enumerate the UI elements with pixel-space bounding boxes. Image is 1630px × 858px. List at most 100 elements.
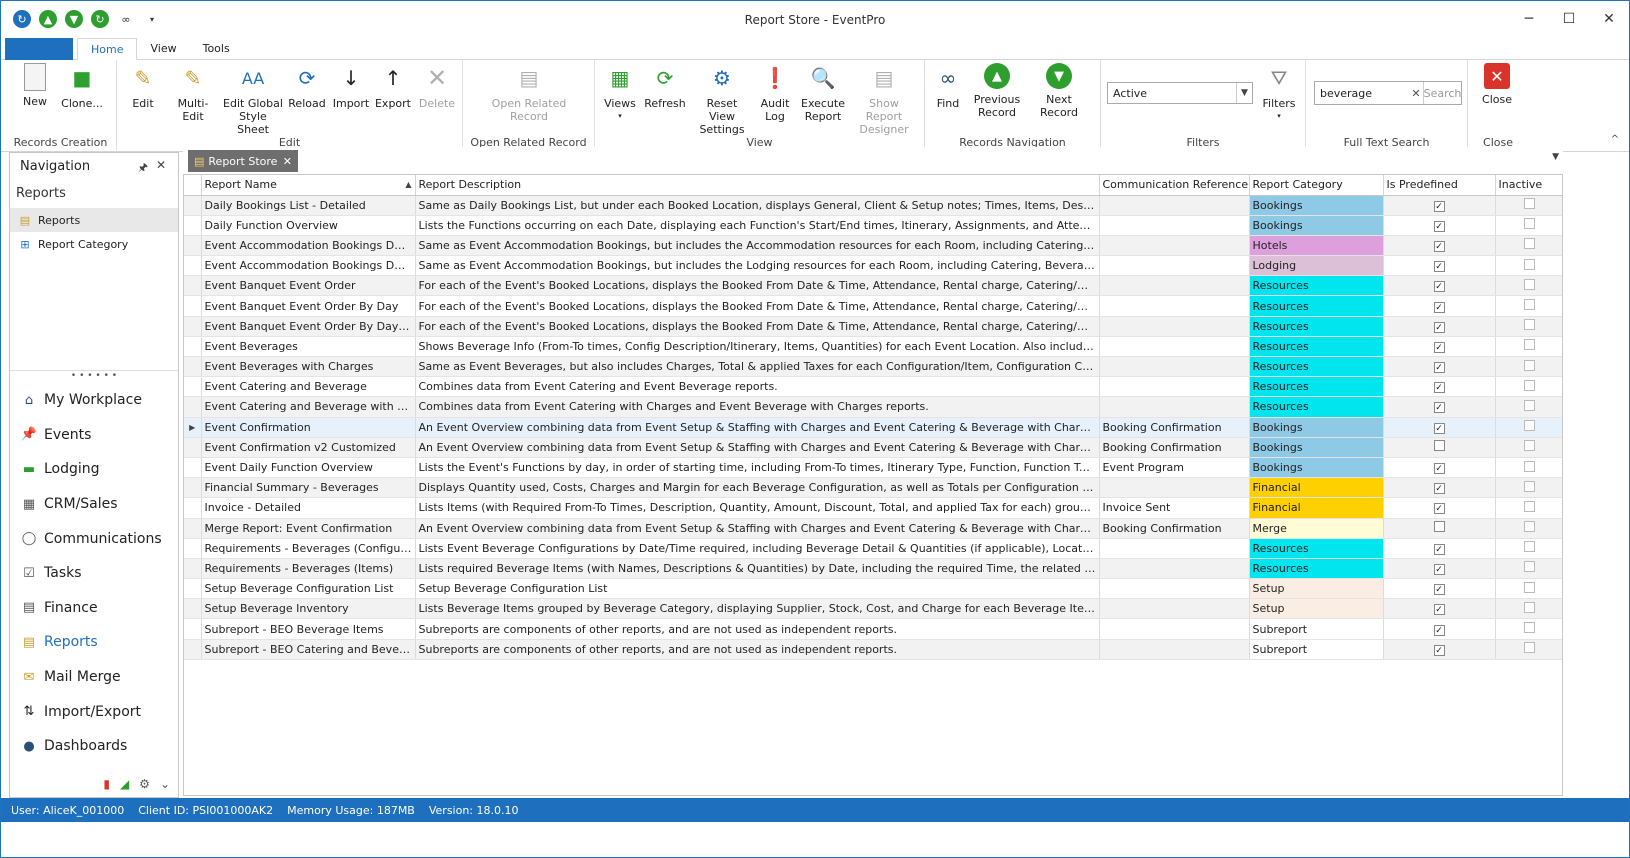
cell-report-category[interactable]: Subreport: [1249, 618, 1384, 640]
cell-communication-reference[interactable]: Event Program: [1099, 457, 1250, 479]
close-panel-icon[interactable]: ✕: [156, 158, 166, 172]
nav-link-reports[interactable]: ▤ Reports: [10, 208, 178, 232]
delete-button[interactable]: ✕ Delete: [417, 63, 457, 111]
table-row[interactable]: ▶ Event Confirmation An Event Overview com…: [184, 417, 1562, 438]
cell-is-predefined[interactable]: [1383, 437, 1496, 458]
cell-report-description[interactable]: For each of the Event's Booked Locations…: [415, 295, 1100, 317]
predefined-checkbox[interactable]: ✓: [1433, 543, 1445, 555]
inactive-checkbox[interactable]: [1524, 622, 1535, 634]
cell-communication-reference[interactable]: [1099, 275, 1250, 297]
cell-report-name[interactable]: Event Catering and Beverage: [201, 376, 416, 398]
cell-report-category[interactable]: Resources: [1249, 316, 1384, 337]
cell-inactive[interactable]: [1495, 578, 1562, 600]
tab-tools[interactable]: Tools: [190, 38, 243, 60]
module-communications[interactable]: ◯ Communications: [10, 521, 178, 556]
table-row[interactable]: Merge Report: Event Confirmation An Event…: [184, 518, 1562, 539]
cell-report-category[interactable]: Merge: [1249, 518, 1384, 539]
inactive-checkbox[interactable]: [1524, 379, 1535, 391]
cell-communication-reference[interactable]: [1099, 255, 1250, 277]
predefined-checkbox[interactable]: ✓: [1433, 644, 1445, 656]
table-row[interactable]: Invoice - Detailed Lists Items (with Requ…: [184, 497, 1562, 519]
inactive-checkbox[interactable]: [1524, 460, 1535, 472]
table-row[interactable]: Event Accommodation Bookings Detailed (.…: [184, 255, 1562, 277]
cell-is-predefined[interactable]: ✓: [1383, 618, 1496, 640]
document-tab-report-store[interactable]: ▤ Report Store ✕: [188, 150, 298, 172]
cell-report-name[interactable]: Event Accommodation Bookings Detailed (.…: [201, 255, 416, 277]
cell-report-category[interactable]: Lodging: [1249, 255, 1384, 277]
predefined-checkbox[interactable]: ✓: [1433, 584, 1445, 596]
settings-gear-icon[interactable]: ⚙: [139, 777, 150, 791]
predefined-checkbox[interactable]: ✓: [1433, 604, 1445, 616]
table-row[interactable]: Event Beverages Shows Beverage Info (From…: [184, 336, 1562, 358]
module-import-export[interactable]: ⇅ Import/Export: [10, 694, 178, 729]
cell-report-category[interactable]: Bookings: [1249, 457, 1384, 479]
cell-communication-reference[interactable]: [1099, 618, 1250, 640]
maximize-icon[interactable]: ☐: [1549, 1, 1589, 37]
table-row[interactable]: Subreport - BEO Catering and Beverage I.…: [184, 639, 1562, 660]
cell-report-name[interactable]: Event Catering and Beverage with Charges: [201, 396, 416, 418]
cell-is-predefined[interactable]: ✓: [1383, 215, 1496, 236]
cell-report-description[interactable]: Lists required Beverage Items (with Name…: [415, 558, 1100, 580]
cell-report-description[interactable]: Same as Event Beverages, but also includ…: [415, 356, 1100, 378]
inactive-checkbox[interactable]: [1524, 642, 1535, 654]
cell-report-category[interactable]: Resources: [1249, 356, 1384, 378]
inactive-checkbox[interactable]: [1524, 601, 1535, 613]
cell-communication-reference[interactable]: [1099, 477, 1250, 499]
cell-report-description[interactable]: Lists the Event's Functions by day, in o…: [415, 457, 1100, 479]
module-my-workplace[interactable]: ⌂ My Workplace: [10, 383, 178, 418]
cell-report-category[interactable]: Financial: [1249, 477, 1384, 499]
chevron-down-icon[interactable]: ▼: [1236, 83, 1252, 103]
predefined-checkbox[interactable]: ✓: [1433, 563, 1445, 575]
cell-report-name[interactable]: Merge Report: Event Confirmation: [201, 518, 416, 539]
module-tasks[interactable]: ☑ Tasks: [10, 556, 178, 591]
cell-communication-reference[interactable]: [1099, 356, 1250, 378]
filter-select[interactable]: Active ▼: [1107, 82, 1253, 104]
predefined-checkbox[interactable]: ✓: [1433, 503, 1445, 515]
cell-report-description[interactable]: Lists the Functions occurring on each Da…: [415, 215, 1100, 236]
cell-report-category[interactable]: Resources: [1249, 558, 1384, 580]
predefined-checkbox[interactable]: ✓: [1433, 220, 1445, 232]
cell-inactive[interactable]: [1495, 477, 1562, 499]
cell-communication-reference[interactable]: Booking Confirmation: [1099, 518, 1250, 539]
inactive-checkbox[interactable]: [1524, 480, 1535, 492]
cell-report-category[interactable]: Resources: [1249, 275, 1384, 297]
line-chart-icon[interactable]: ◢: [120, 777, 129, 791]
predefined-checkbox[interactable]: ✓: [1433, 382, 1445, 394]
cell-communication-reference[interactable]: [1099, 295, 1250, 317]
cell-is-predefined[interactable]: ✓: [1383, 477, 1496, 499]
cell-communication-reference[interactable]: [1099, 639, 1250, 660]
inactive-checkbox[interactable]: [1524, 278, 1535, 290]
edit-button[interactable]: ✎ Edit: [125, 63, 161, 111]
cell-is-predefined[interactable]: ✓: [1383, 195, 1496, 216]
cell-is-predefined[interactable]: ✓: [1383, 417, 1496, 438]
close-tab-icon[interactable]: ✕: [283, 155, 292, 168]
open-related-record-button[interactable]: ▤ Open Related Record: [489, 63, 569, 124]
cell-report-description[interactable]: Lists Items (with Required From-To Times…: [415, 497, 1100, 519]
inactive-checkbox[interactable]: [1524, 319, 1535, 331]
cell-is-predefined[interactable]: ✓: [1383, 235, 1496, 257]
cell-report-name[interactable]: Event Accommodation Bookings Detailed (.…: [201, 235, 416, 257]
tab-home[interactable]: Home: [77, 38, 138, 60]
cell-is-predefined[interactable]: ✓: [1383, 255, 1496, 277]
export-button[interactable]: ↑ Export: [373, 63, 413, 111]
table-row[interactable]: Event Banquet Event Order By Day For each…: [184, 295, 1562, 317]
cell-report-category[interactable]: Subreport: [1249, 639, 1384, 660]
cell-inactive[interactable]: [1495, 316, 1562, 337]
cell-report-category[interactable]: Resources: [1249, 376, 1384, 398]
cell-report-name[interactable]: Daily Function Overview: [201, 215, 416, 236]
inactive-checkbox[interactable]: [1524, 399, 1535, 411]
cell-report-description[interactable]: An Event Overview combining data from Ev…: [415, 437, 1100, 458]
cell-is-predefined[interactable]: ✓: [1383, 376, 1496, 398]
cell-inactive[interactable]: [1495, 336, 1562, 358]
cell-report-category[interactable]: Setup: [1249, 578, 1384, 600]
inactive-checkbox[interactable]: [1524, 581, 1535, 593]
cell-communication-reference[interactable]: [1099, 538, 1250, 559]
cell-report-name[interactable]: Subreport - BEO Beverage Items: [201, 618, 416, 640]
cell-is-predefined[interactable]: ✓: [1383, 457, 1496, 479]
inactive-checkbox[interactable]: [1524, 198, 1535, 210]
inactive-checkbox[interactable]: [1524, 258, 1535, 270]
cell-report-description[interactable]: Same as Event Accommodation Bookings, bu…: [415, 255, 1100, 277]
module-crm-sales[interactable]: ▦ CRM/Sales: [10, 487, 178, 522]
cell-is-predefined[interactable]: ✓: [1383, 396, 1496, 418]
cell-report-description[interactable]: Combines data from Event Catering with C…: [415, 396, 1100, 418]
